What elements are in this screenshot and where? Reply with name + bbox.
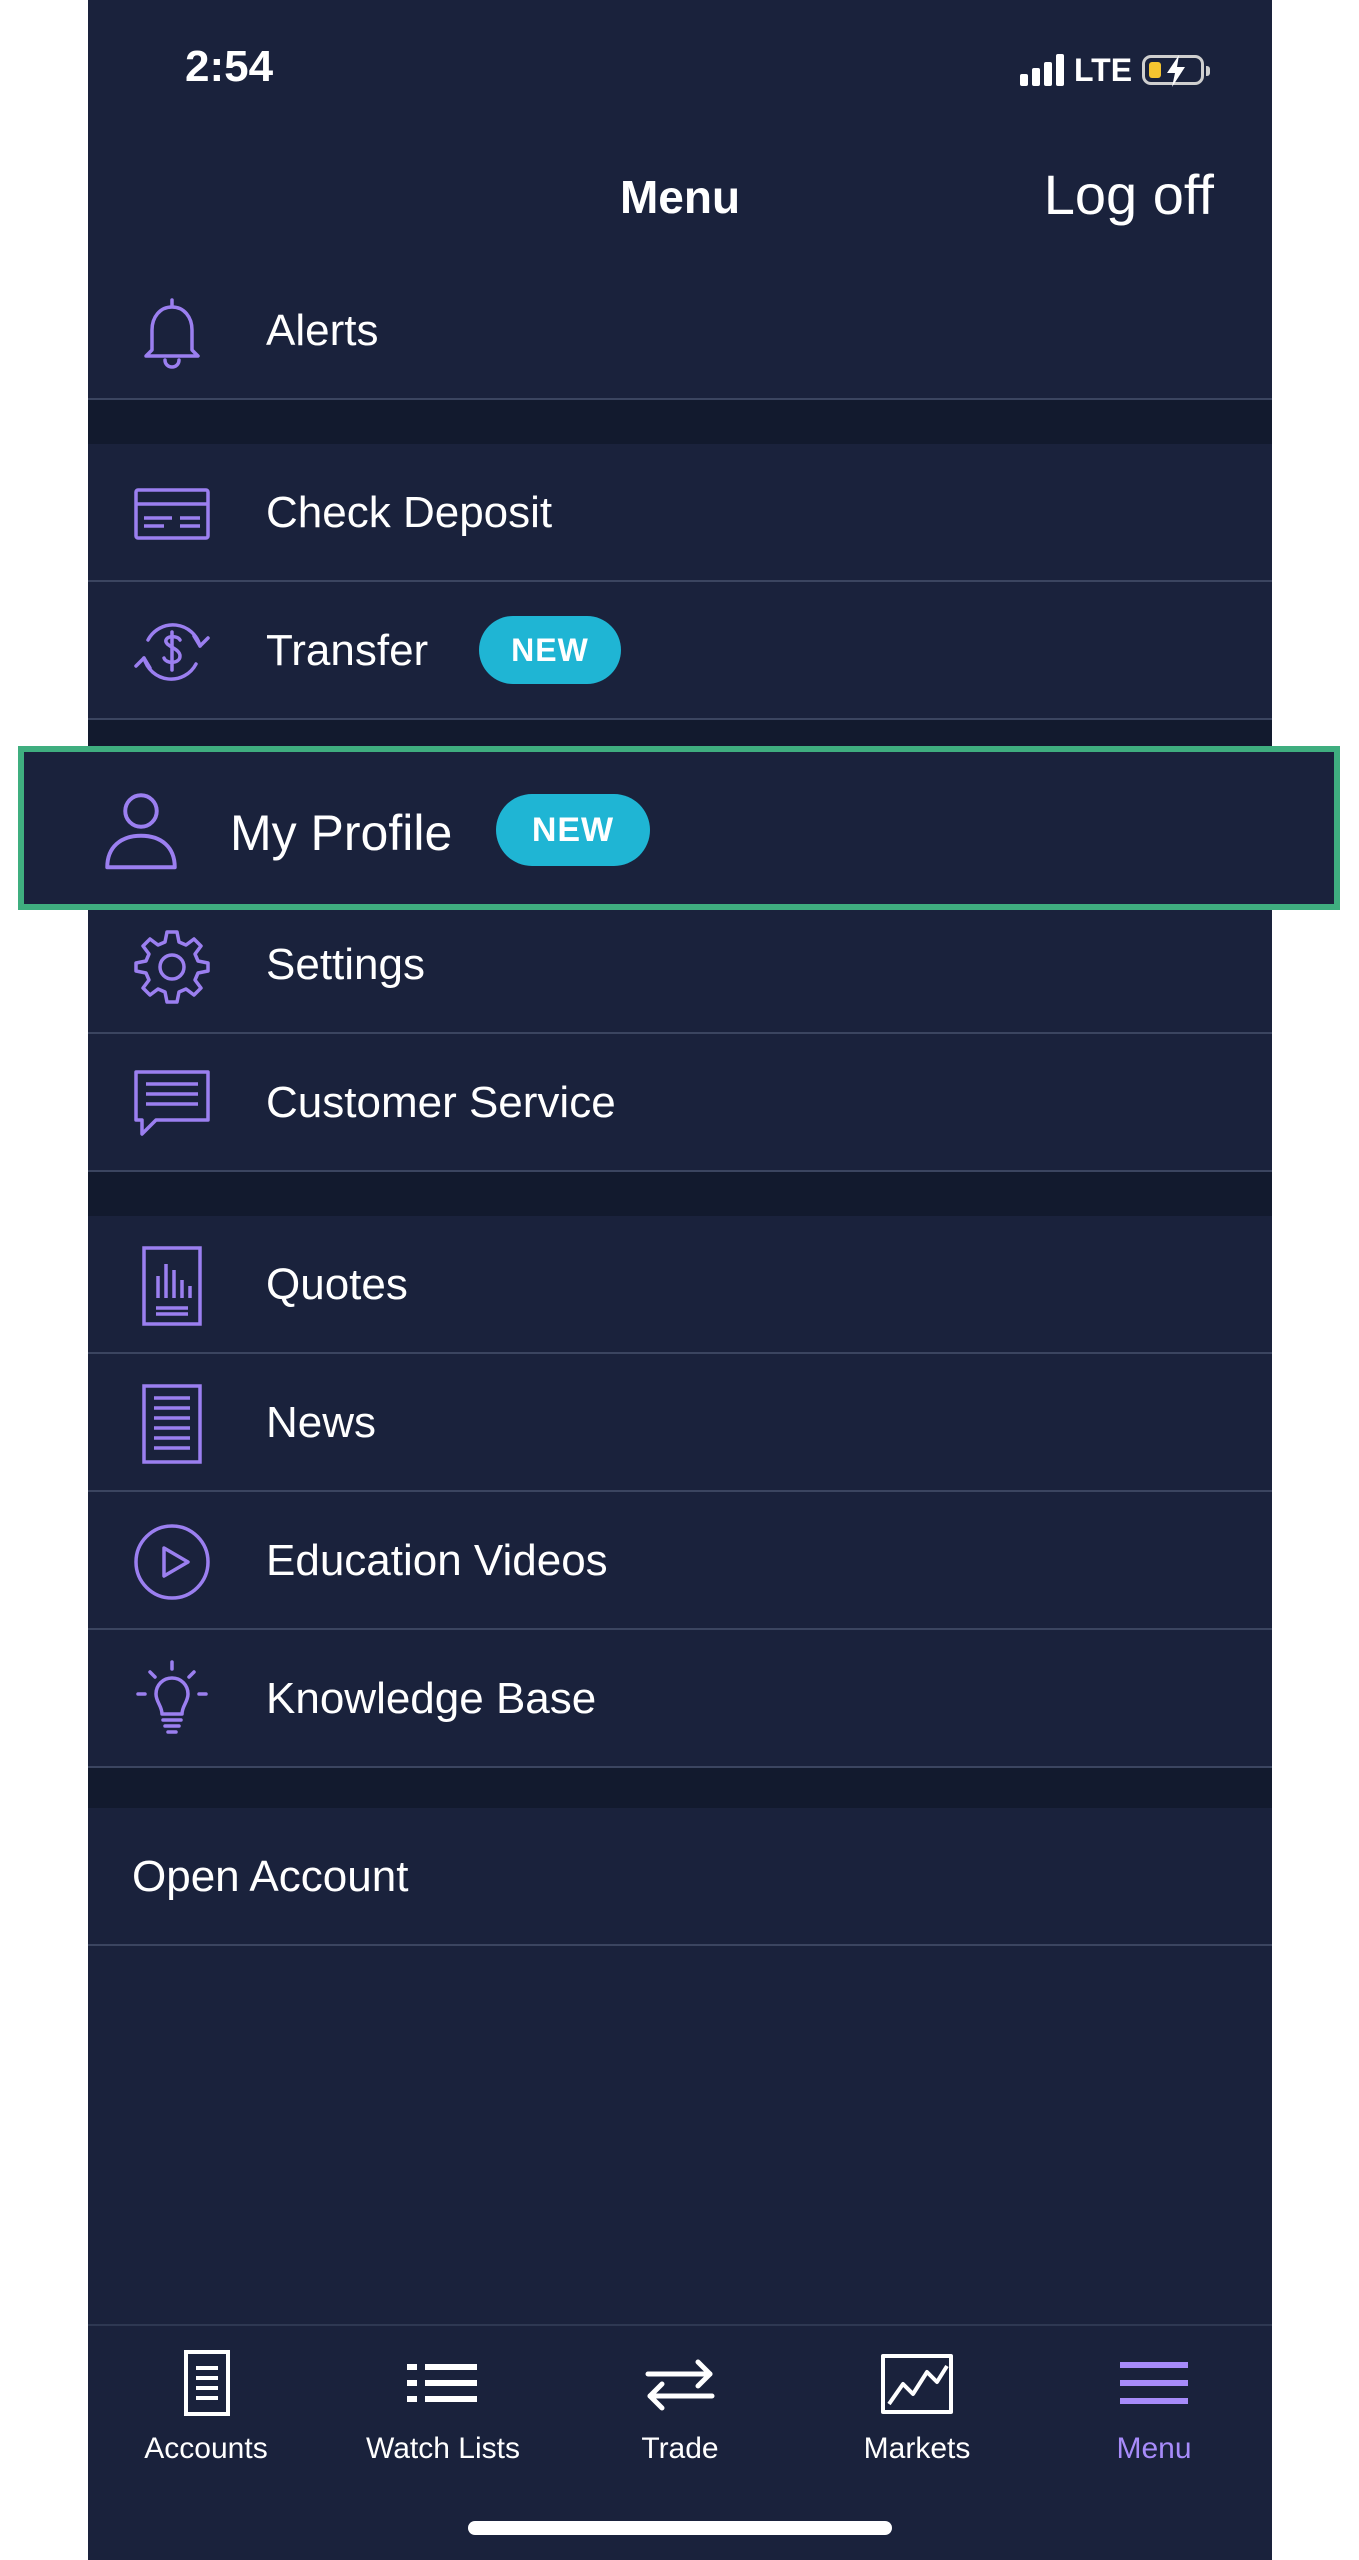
- tab-accounts[interactable]: Accounts: [88, 2326, 324, 2486]
- chat-bubble-icon: [132, 1064, 212, 1144]
- gear-icon: [132, 926, 212, 1006]
- menu-item-knowledge-base[interactable]: Knowledge Base: [88, 1630, 1272, 1768]
- status-time: 2:54: [185, 42, 274, 91]
- menu-label-my-profile: My Profile: [230, 805, 453, 861]
- bell-icon: [132, 292, 212, 372]
- tab-label-trade: Trade: [641, 2432, 719, 2465]
- section-divider: [88, 400, 1272, 444]
- signal-icon: [1020, 54, 1064, 86]
- home-indicator[interactable]: [468, 2521, 892, 2535]
- network-label: LTE: [1074, 51, 1133, 88]
- list-icon: [407, 2364, 477, 2402]
- tab-label-accounts: Accounts: [144, 2432, 268, 2465]
- lightbulb-icon: [132, 1660, 212, 1740]
- tab-trade[interactable]: Trade: [562, 2326, 798, 2486]
- menu-item-my-profile[interactable]: My Profile NEW: [18, 746, 1340, 910]
- tab-menu[interactable]: Menu: [1036, 2326, 1272, 2486]
- tab-label-menu: Menu: [1116, 2432, 1192, 2465]
- phone-screen: 2:54 LTE Menu Log off Alerts Check Depos…: [88, 0, 1272, 2560]
- section-divider: [88, 1172, 1272, 1216]
- menu-item-quotes[interactable]: Quotes: [88, 1216, 1272, 1354]
- menu-label-customer-service: Customer Service: [266, 1078, 616, 1127]
- menu-label-check-deposit: Check Deposit: [266, 488, 553, 537]
- menu-label-open-account: Open Account: [132, 1852, 409, 1901]
- new-badge: NEW: [496, 794, 650, 866]
- swap-arrows-icon: [645, 2359, 715, 2411]
- tab-watch-lists[interactable]: Watch Lists: [325, 2326, 561, 2486]
- menu-item-news[interactable]: News: [88, 1354, 1272, 1492]
- menu-label-quotes: Quotes: [266, 1260, 408, 1309]
- menu-label-education-videos: Education Videos: [266, 1536, 608, 1585]
- news-doc-icon: [132, 1384, 212, 1464]
- tab-label-markets: Markets: [863, 2432, 971, 2465]
- play-circle-icon: [132, 1522, 212, 1602]
- menu-label-transfer: Transfer: [266, 626, 429, 675]
- menu-label-settings: Settings: [266, 940, 425, 989]
- menu-item-alerts[interactable]: Alerts: [88, 262, 1272, 400]
- menu-item-check-deposit[interactable]: Check Deposit: [88, 444, 1272, 582]
- menu-item-open-account[interactable]: Open Account: [88, 1808, 1272, 1946]
- status-indicators: LTE: [1020, 50, 1211, 90]
- tab-label-watch-lists: Watch Lists: [366, 2432, 520, 2465]
- tab-markets[interactable]: Markets: [799, 2326, 1035, 2486]
- menu-item-customer-service[interactable]: Customer Service: [88, 1034, 1272, 1172]
- battery-icon: [1142, 55, 1211, 87]
- quote-doc-icon: [132, 1246, 212, 1326]
- menu-label-news: News: [266, 1398, 377, 1447]
- section-divider: [88, 1768, 1272, 1808]
- document-icon: [184, 2350, 230, 2416]
- log-off-button[interactable]: Log off: [1044, 162, 1214, 227]
- new-badge: NEW: [479, 616, 621, 684]
- menu-item-transfer[interactable]: Transfer NEW: [88, 582, 1272, 720]
- menu-item-settings[interactable]: Settings: [88, 896, 1272, 1034]
- menu-label-alerts: Alerts: [266, 306, 379, 355]
- check-card-icon: [132, 474, 212, 554]
- hamburger-menu-icon: [1120, 2362, 1188, 2404]
- menu-label-knowledge-base: Knowledge Base: [266, 1674, 597, 1723]
- person-icon: [96, 784, 186, 874]
- menu-item-education-videos[interactable]: Education Videos: [88, 1492, 1272, 1630]
- line-chart-icon: [881, 2354, 953, 2414]
- dollar-cycle-icon: [132, 612, 212, 692]
